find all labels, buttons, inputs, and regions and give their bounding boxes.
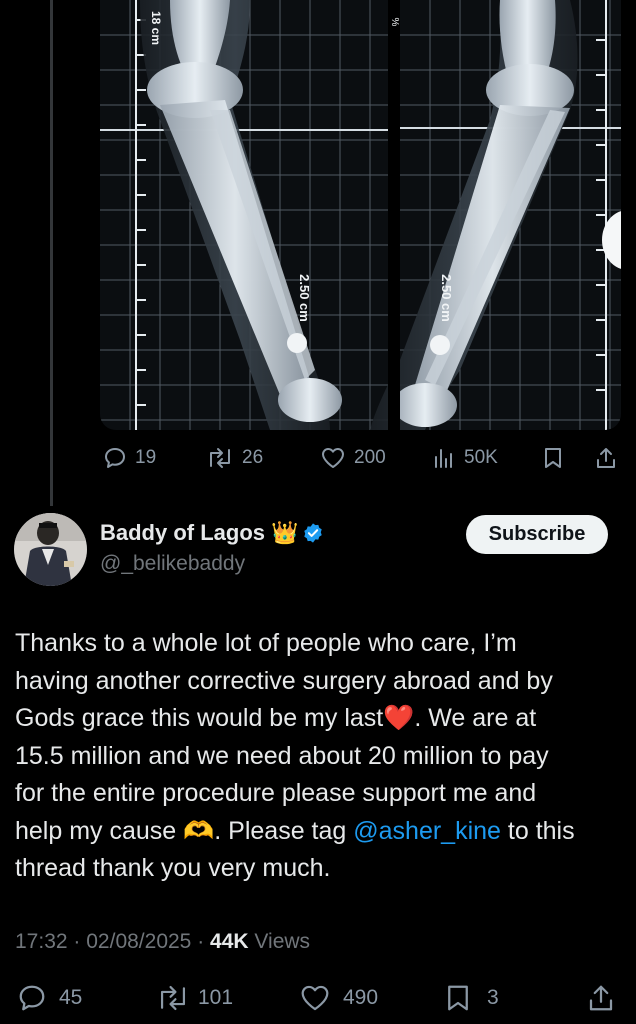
bookmark-icon (545, 448, 561, 468)
bookmark-icon (448, 985, 468, 1011)
repost-icon (210, 448, 230, 468)
reply-icon (19, 985, 45, 1011)
parent-bookmark-button[interactable] (541, 446, 565, 470)
parent-repost-count: 26 (242, 447, 264, 468)
heart-hands-emoji: 🫶 (183, 816, 215, 845)
bookmark-button[interactable]: 3 (443, 983, 499, 1013)
ruler-label: 18 cm (149, 11, 163, 45)
heart-icon (322, 448, 344, 468)
heart-emoji: ❤️ (383, 704, 415, 732)
share-icon (589, 985, 613, 1011)
calibration-marker-left (287, 333, 307, 353)
parent-view-count: 50K (464, 447, 498, 468)
tweet-line: having another corrective surgery abroad… (15, 666, 553, 695)
percent-mark: % (389, 18, 400, 27)
marker-label-left: 2.50 cm (297, 274, 312, 322)
parent-like-count: 200 (354, 447, 386, 468)
tweet-line: Thanks to a whole lot of people who care… (15, 629, 517, 657)
tweet-line: help my cause 🫶. Please tag @asher_kine … (15, 816, 575, 845)
tweet-date[interactable]: 02/08/2025 (86, 930, 191, 953)
parent-repost-button[interactable]: 26 (206, 446, 263, 470)
author-name-row: Baddy of Lagos 👑 (100, 520, 324, 546)
tweet-line: 15.5 million and we need about 20 millio… (15, 741, 549, 770)
calibration-marker-right (430, 335, 450, 355)
tweet-text: Thanks to a whole lot of people who care… (15, 625, 627, 888)
marker-label-right: 2.50 cm (439, 274, 454, 322)
analytics-icon (435, 449, 452, 468)
reply-button[interactable]: 45 (17, 983, 82, 1013)
repost-count: 101 (198, 986, 234, 1009)
repost-button[interactable]: 101 (156, 983, 233, 1013)
author-display-name[interactable]: Baddy of Lagos (100, 520, 265, 546)
like-button[interactable]: 490 (299, 983, 378, 1013)
parent-reply-button[interactable]: 19 (103, 446, 156, 470)
reply-count: 45 (59, 986, 83, 1009)
parent-share-button[interactable] (594, 446, 618, 470)
parent-reply-count: 19 (135, 447, 157, 468)
repost-icon (160, 985, 186, 1011)
parent-views-button[interactable]: 50K (432, 446, 498, 470)
reply-icon (105, 448, 125, 468)
tweet-line: thread thank you very much. (15, 854, 331, 882)
author-avatar[interactable] (14, 513, 87, 586)
tweet-line: Gods grace this would be my last❤️. We a… (15, 704, 537, 732)
mention-link[interactable]: @asher_kine (353, 817, 501, 845)
parent-like-button[interactable]: 200 (320, 446, 386, 470)
share-button[interactable] (586, 983, 616, 1013)
heart-icon (301, 985, 329, 1011)
share-icon (597, 448, 615, 468)
avatar-image (14, 513, 87, 586)
author-handle[interactable]: @_belikebaddy (100, 552, 245, 576)
verified-badge-icon (304, 523, 323, 543)
subscribe-button[interactable]: Subscribe (466, 515, 608, 554)
views-count: 44K (210, 930, 249, 953)
crown-emoji: 👑 (271, 520, 299, 545)
bookmark-count: 3 (487, 986, 499, 1009)
tweet-media-xray[interactable]: 2.50 cm 2.50 cm 18 cm % (100, 0, 621, 430)
tweet-meta: 17:32 · 02/08/2025 · 44K Views (15, 930, 311, 953)
tweet-line: for the entire procedure please support … (15, 779, 537, 807)
thread-connector-line (50, 0, 53, 506)
like-count: 490 (343, 986, 379, 1009)
views-label: Views (254, 930, 311, 953)
xray-image: 2.50 cm 2.50 cm 18 cm % (100, 0, 621, 430)
tweet-time[interactable]: 17:32 (15, 930, 68, 953)
